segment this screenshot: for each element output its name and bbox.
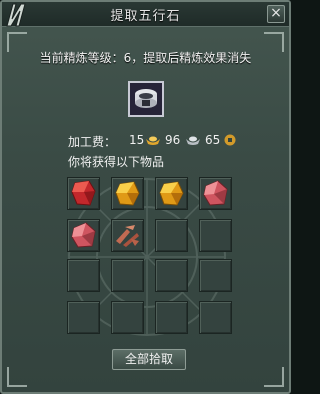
reward-slot[interactable] — [67, 259, 100, 292]
gold-ingot-icon — [146, 136, 160, 145]
equipment-slot[interactable] — [128, 81, 164, 117]
frame-corner — [7, 367, 27, 387]
yellow-gem-icon — [159, 181, 184, 206]
copper-coin-icon — [224, 134, 236, 146]
close-button[interactable]: × — [267, 5, 285, 23]
reward-slot[interactable] — [199, 259, 232, 292]
extract-window: 提取五行石 × 当前精炼等级：6，提取后精炼效果消失 加工费： 15 96 65… — [0, 0, 291, 394]
reward-slot[interactable] — [155, 177, 188, 210]
reward-slot[interactable] — [67, 219, 100, 252]
reward-slot[interactable] — [67, 301, 100, 334]
reward-slot[interactable] — [155, 219, 188, 252]
pink-gem-icon — [203, 180, 228, 206]
reward-slot[interactable] — [199, 301, 232, 334]
collect-all-button[interactable]: 全部拾取 — [112, 349, 186, 370]
gold-amount: 15 — [129, 133, 145, 147]
silver-ingot-icon — [186, 136, 200, 145]
reward-slot[interactable] — [67, 177, 100, 210]
frame-corner — [264, 367, 284, 387]
red-gem-icon — [71, 180, 96, 206]
reward-slot[interactable] — [155, 259, 188, 292]
yellow-gem-icon — [115, 181, 140, 206]
reward-slot[interactable] — [111, 219, 144, 252]
rewards-hint: 你将获得以下物品 — [68, 155, 165, 169]
reward-slot[interactable] — [199, 177, 232, 210]
window-title: 提取五行石 — [110, 9, 181, 24]
fee-label: 加工费： — [68, 135, 117, 149]
equipment-ring-icon — [130, 83, 162, 115]
shard-pile-icon — [116, 225, 139, 247]
reward-slot[interactable] — [111, 259, 144, 292]
title-bar[interactable]: 提取五行石 × — [2, 2, 289, 27]
pink-gem-icon — [71, 222, 96, 248]
refine-level-info: 当前精炼等级：6，提取后精炼效果消失 — [39, 51, 252, 65]
reward-slot[interactable] — [111, 301, 144, 334]
silver-amount: 96 — [165, 133, 181, 147]
copper-amount: 65 — [205, 133, 221, 147]
reward-slot[interactable] — [155, 301, 188, 334]
reward-slot[interactable] — [199, 219, 232, 252]
reward-slot[interactable] — [111, 177, 144, 210]
